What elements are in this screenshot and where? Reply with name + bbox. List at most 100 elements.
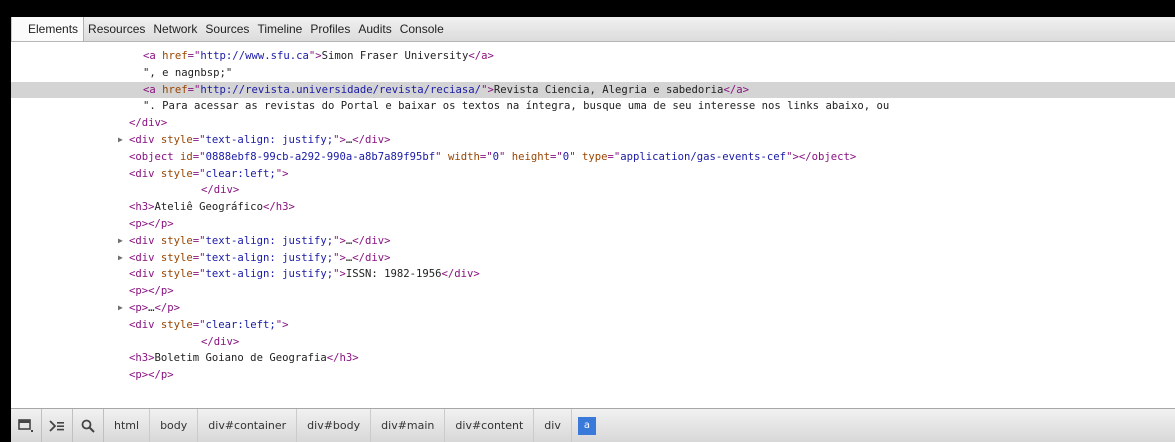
dom-node-a-sfu[interactable]: <a href="http://www.sfu.ca">Simon Fraser… [11,48,1175,65]
tag-close-bracket: "> [333,133,346,146]
dom-node-div-clear[interactable]: <div style="clear:left;"> [11,317,1175,334]
tab-audits[interactable]: Audits [354,17,395,41]
tag-end: </div> [129,117,168,130]
dom-node-h3[interactable]: <h3>Boletim Goiano de Geografia</h3> [11,350,1175,367]
dom-text-node[interactable]: ". Para acessar as revistas do Portal e … [11,98,1175,115]
dom-node-div-close[interactable]: </div> [11,334,1175,351]
dom-node-h3[interactable]: <h3>Ateliê Geográfico</h3> [11,199,1175,216]
dom-node-p[interactable]: <p></p> [11,283,1175,300]
node-text: ". Para acessar as revistas do Portal e … [143,100,890,113]
breadcrumb-html[interactable]: html [104,409,151,442]
expand-triangle-icon[interactable]: ▶ [118,300,123,317]
tag-end: </div> [352,133,391,146]
dom-node-object[interactable]: <object id="0888ebf8-99cb-a292-990a-a8b7… [11,149,1175,166]
expand-triangle-icon[interactable]: ▶ [118,132,123,149]
tab-sources[interactable]: Sources [201,17,253,41]
tag-close-bracket: "> [275,318,289,331]
node-text: Ateliê Geográfico [154,201,263,214]
tag-end: </div> [352,251,391,264]
dom-node-div-collapsed[interactable]: ▶ <div style="text-align: justify;">…</di… [11,250,1175,267]
console-drawer-button[interactable] [42,409,73,442]
attr-name: id [180,150,193,163]
dom-node-div-close[interactable]: </div> [11,182,1175,199]
tag-open: <div [129,268,161,281]
tab-elements[interactable]: Elements [11,17,85,41]
tag-open: <object [129,150,181,163]
tag-close-bracket: "> [333,268,346,281]
devtools-tab-bar: Elements Resources Network Sources Timel… [11,17,1175,42]
attr-name: style [160,167,193,180]
inspect-element-button[interactable] [73,409,104,442]
attr-name: style [160,318,193,331]
tag-end: </a> [468,50,494,62]
tag-open: <h3> [129,352,155,365]
tag-end: </div> [441,268,480,281]
attr-value: application/gas-events-cef [620,150,787,163]
node-text: Boletim Goiano de Geografia [154,352,327,365]
dom-node-p[interactable]: <p></p> [11,216,1175,233]
tag-end: </div> [201,335,240,348]
attr-value: clear:left; [205,318,276,331]
node-text: ISSN: 1982-1956 [345,268,442,281]
attr-name: style [160,133,193,146]
tag-end: </h3> [262,201,295,214]
attr-name: height [511,150,551,163]
dom-node-div-collapsed[interactable]: ▶ <div style="text-align: justify;">…</di… [11,233,1175,250]
attr-eq: =" [192,268,206,281]
dom-node-div-close[interactable]: </div> [11,115,1175,132]
attr-name: style [160,251,193,264]
expand-triangle-icon[interactable]: ▶ [118,233,123,250]
dom-node-div-issn[interactable]: <div style="text-align: justify;">ISSN: … [11,266,1175,283]
attr-eq: =" [192,318,206,331]
tag-open: <div [129,251,161,264]
dom-node-a-selected[interactable]: <a href="http://revista.universidade/rev… [11,81,1175,99]
dom-node-p-collapsed[interactable]: ▶ <p>…</p> [11,300,1175,317]
tag-end: </p> [154,301,181,314]
attr-eq: =" [192,251,206,264]
dom-tree: <a href="http://www.sfu.ca">Simon Fraser… [11,42,1175,408]
dom-node-p[interactable]: <p></p> [11,367,1175,384]
attr-eq: =" [192,133,206,146]
tag-open: <a [143,50,163,62]
tag-close-bracket: "> [308,50,322,62]
attr-value: text-align: justify; [205,251,334,264]
attr-value: clear:left; [205,167,276,180]
attr-value-link[interactable]: http://revista.universidade/revista/reci… [200,84,481,96]
tab-console[interactable]: Console [396,17,448,41]
tag-end: </a> [723,83,749,96]
tag-close-bracket: "> [333,251,346,264]
breadcrumb-div-body[interactable]: div#body [297,409,372,442]
dom-node-div-clear[interactable]: <div style="clear:left;"> [11,166,1175,183]
attr-eq: =" [187,50,201,62]
devtools-panel: Elements Resources Network Sources Timel… [11,17,1175,442]
breadcrumb-div-main[interactable]: div#main [371,409,446,442]
attr-name: width [447,150,480,163]
breadcrumb-div[interactable]: div [534,409,572,442]
tag-end: </div> [201,184,240,197]
attr-name: href [162,83,188,96]
dock-icon [18,418,33,432]
tag-end: </h3> [326,352,359,365]
tag-close-bracket: "> [481,83,494,96]
tab-network[interactable]: Network [149,17,201,41]
breadcrumb-div-content[interactable]: div#content [445,409,535,442]
breadcrumb-div-container[interactable]: div#container [198,409,298,442]
devtools-status-bar: html body div#container div#body div#mai… [11,408,1175,442]
attr-value-link[interactable]: http://www.sfu.ca [200,50,308,62]
attr-value: 0888ebf8-99cb-a292-990a-a8b7a89f95bf [205,150,436,163]
expand-triangle-icon[interactable]: ▶ [118,250,123,267]
attr-eq: =" [187,83,201,96]
dock-toggle-button[interactable] [11,409,42,442]
breadcrumb-body[interactable]: body [150,409,199,442]
tab-timeline[interactable]: Timeline [253,17,306,41]
node-text: Revista Ciencia, Alegria e sabedoria [493,83,724,96]
breadcrumb-a-selected[interactable]: a [577,416,596,435]
tab-resources[interactable]: Resources [84,17,149,41]
tag-open: <h3> [129,201,155,214]
tag-open: <div [129,167,161,180]
dom-text-node[interactable]: ", e nagnbsp;" [11,65,1175,82]
tab-profiles[interactable]: Profiles [306,17,354,41]
dom-node-div-collapsed[interactable]: ▶ <div style="text-align: justify;">…</di… [11,132,1175,149]
tag-open: <div [129,234,161,247]
attr-value: text-align: justify; [205,133,334,146]
